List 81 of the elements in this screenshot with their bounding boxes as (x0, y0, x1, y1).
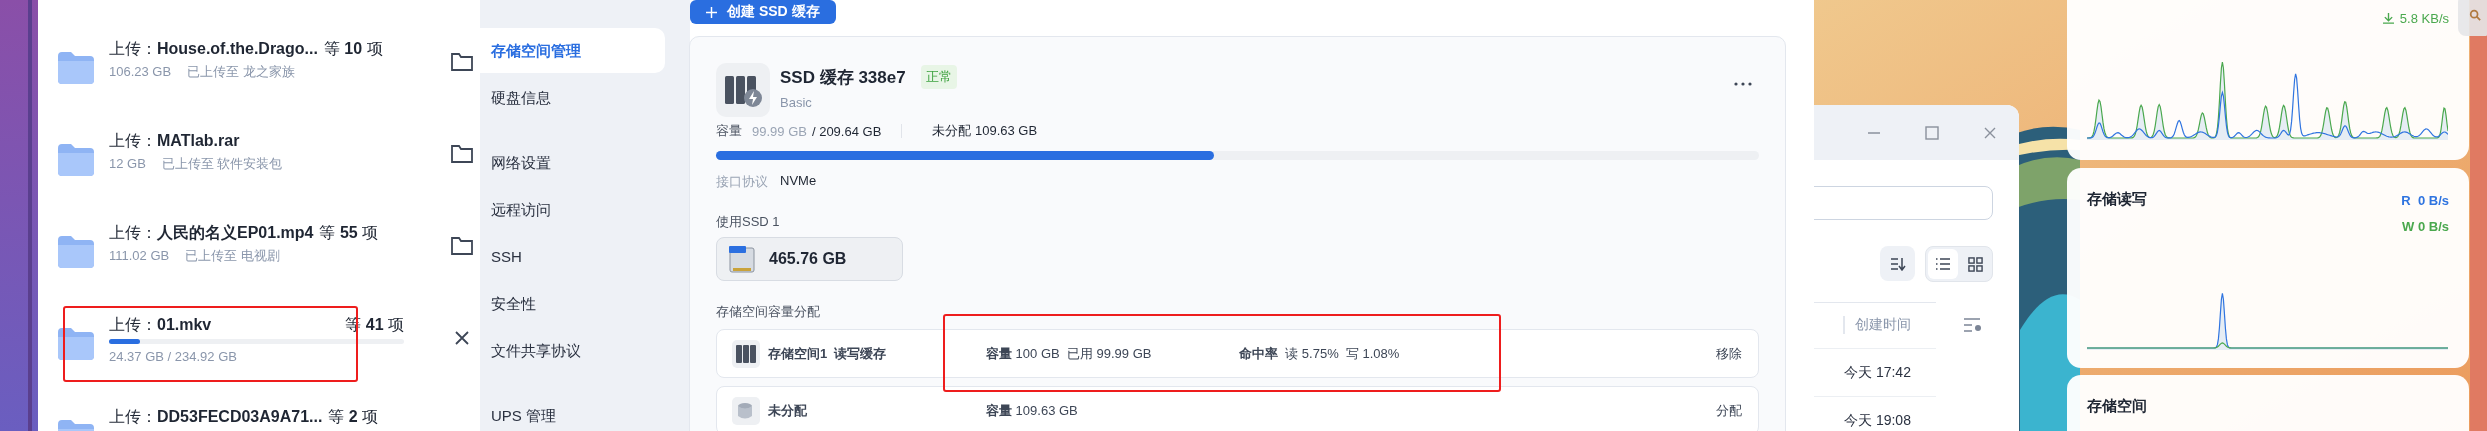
close-icon (1983, 125, 1997, 140)
unallocated-capacity: 未分配 109.63 GB (932, 122, 1038, 140)
list-icon (1935, 257, 1951, 271)
widget-title: 存储读写 (2087, 190, 2147, 209)
close-icon (454, 330, 470, 346)
allocation-label: 存储空间容量分配 (716, 303, 821, 321)
used-capacity: 99.99 GB (752, 123, 807, 139)
widget-title: 存储空间 (2087, 397, 2147, 414)
sidebar-item[interactable]: SSH (480, 234, 665, 279)
folder-icon (58, 144, 94, 176)
upload-destination: 已上传至 电视剧 (185, 247, 280, 265)
sidebar-item[interactable]: 远程访问 (480, 187, 665, 232)
download-speed: 5.8 KB/s (2399, 11, 2449, 26)
grid-icon (1967, 256, 1983, 272)
folder-icon (451, 237, 473, 255)
total-capacity: / 209.64 GB (811, 123, 882, 139)
allocation-capacity: 容量 100 GB 已用 99.99 GB (986, 344, 1153, 363)
sidebar-item[interactable]: 网络设置 (480, 140, 665, 185)
folder-icon (451, 53, 473, 71)
capacity-label: 容量 (716, 122, 742, 140)
sort-button[interactable] (1880, 246, 1915, 281)
sidebar-item[interactable]: 安全性 (480, 281, 665, 326)
folder-icon (58, 328, 94, 360)
upload-title: 上传：DD53FECD03A9A71... (109, 408, 323, 426)
sort-icon (1889, 256, 1906, 271)
table-cell: 今天 17:42 (1844, 363, 1911, 382)
maximize-icon (1925, 125, 1939, 140)
upload-destination: 已上传至 软件安装包 (161, 155, 283, 173)
search-button[interactable] (2458, 0, 2487, 36)
column-settings-icon[interactable] (1963, 318, 1983, 332)
upload-title: 上传：House.of.the.Drago... (109, 40, 318, 58)
open-folder-button[interactable] (450, 142, 474, 166)
allocation-action-link[interactable]: 分配 (1716, 401, 1742, 420)
open-folder-button[interactable] (450, 234, 474, 258)
download-icon (2382, 13, 2394, 24)
open-folder-button[interactable] (450, 50, 474, 74)
write-speed: W 0 B/s (2402, 219, 2449, 234)
item-count: 等 55 项 (319, 224, 379, 242)
sidebar-item[interactable]: 存储空间管理 (480, 28, 665, 73)
sidebar-item[interactable]: 硬盘信息 (480, 75, 665, 120)
item-count: 等 2 项 (328, 408, 379, 426)
interface-value: NVMe (780, 173, 817, 190)
hit-rate: 命中率 读 5.75% 写 1.08% (1239, 344, 1401, 363)
ssd-drive-icon (727, 244, 757, 274)
minimize-icon (1867, 131, 1881, 134)
allocation-capacity: 容量 109.63 GB (986, 401, 1079, 420)
create-cache-button[interactable]: 创建 SSD 缓存 (690, 0, 836, 24)
server-icon (716, 63, 770, 117)
search-icon (2469, 9, 2481, 21)
list-view-button[interactable] (1928, 249, 1958, 279)
read-speed: R 0 B/s (2401, 193, 2449, 208)
sidebar-item[interactable]: UPS 管理 (480, 393, 665, 431)
more-icon (1734, 82, 1752, 86)
interface-label: 接口协议 (716, 173, 768, 191)
sidebar-item[interactable]: 文件共享协议 (480, 328, 665, 373)
upload-destination: 已上传至 龙之家族 (187, 63, 295, 81)
database-icon (732, 396, 760, 425)
close-button[interactable] (1983, 125, 1997, 140)
plus-icon (706, 6, 717, 18)
upload-title: 上传：01.mkv (109, 316, 212, 334)
table-cell: 今天 19:08 (1844, 411, 1911, 430)
folder-icon (58, 52, 94, 84)
status-badge: 正常 (920, 65, 957, 89)
server-icon (732, 339, 760, 368)
item-count: 等 10 项 (323, 40, 383, 58)
search-field[interactable] (1814, 186, 1993, 220)
file-size: 106.23 GB (109, 64, 172, 79)
cache-type: Basic (780, 95, 813, 110)
ssd-size: 465.76 GB (769, 250, 847, 268)
upload-title: 上传：人民的名义EP01.mp4 (109, 224, 314, 242)
allocation-action-link[interactable]: 移除 (1716, 344, 1742, 363)
file-size: 111.02 GB (109, 248, 170, 263)
folder-icon (58, 236, 94, 268)
cache-title: SSD 缓存 338e7 (780, 66, 906, 89)
allocation-name: 未分配 (768, 401, 807, 420)
upload-progress-text: 24.37 GB / 234.92 GB (109, 349, 238, 364)
upload-title: 上传：MATlab.rar (109, 132, 240, 150)
allocation-name: 存储空间1 读写缓存 (768, 344, 887, 363)
folder-icon (451, 145, 473, 163)
file-size: 12 GB (109, 156, 146, 171)
ssd-label: 使用SSD 1 (716, 213, 781, 231)
